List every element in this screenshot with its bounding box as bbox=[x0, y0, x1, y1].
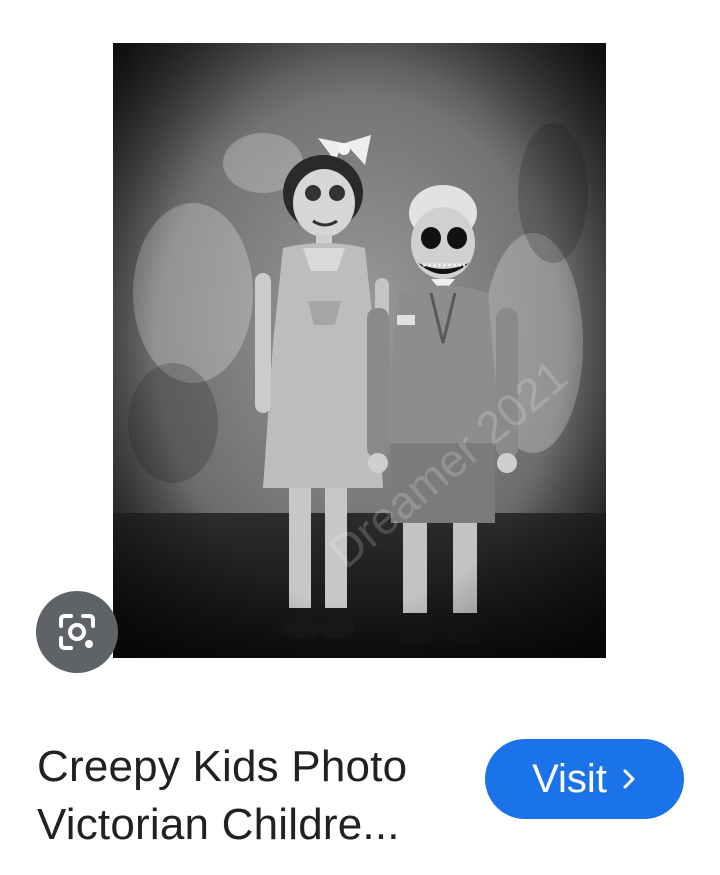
result-image[interactable]: Dreamer 2021 bbox=[113, 43, 606, 658]
visit-button[interactable]: Visit bbox=[485, 739, 684, 819]
result-title[interactable]: Creepy Kids Photo Victorian Childre... bbox=[37, 738, 457, 854]
google-lens-icon bbox=[59, 614, 95, 650]
truncated-source-text bbox=[262, 866, 442, 875]
result-title-line-1: Creepy Kids Photo bbox=[37, 742, 408, 791]
visit-button-label: Visit bbox=[532, 756, 607, 801]
result-title-line-2: Victorian Childre... bbox=[37, 800, 400, 849]
google-lens-button[interactable] bbox=[36, 591, 118, 673]
chevron-right-icon bbox=[623, 769, 635, 789]
vintage-photo: Dreamer 2021 bbox=[113, 43, 606, 658]
